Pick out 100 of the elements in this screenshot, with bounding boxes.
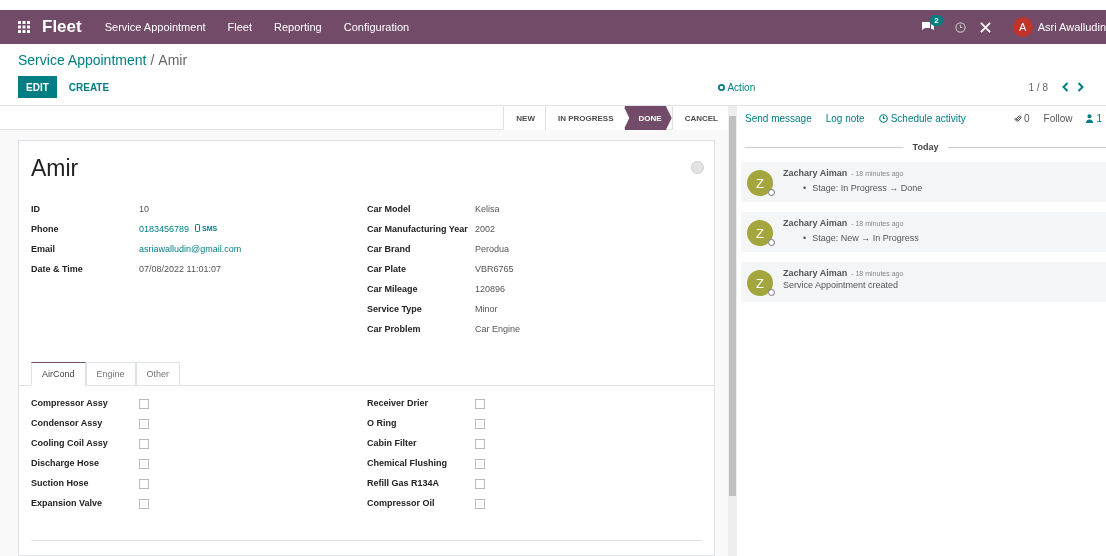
field-value: Minor — [475, 304, 499, 316]
field-value: 2002 — [475, 224, 497, 236]
author-avatar: Z — [747, 220, 773, 246]
checkbox[interactable] — [475, 459, 485, 469]
create-button[interactable]: CREATE — [60, 76, 118, 98]
notebook-tab[interactable]: Other — [135, 362, 181, 386]
app-name[interactable]: Fleet — [42, 17, 82, 37]
apps-menu-icon[interactable] — [18, 21, 30, 33]
message-count-badge: 2 — [930, 15, 943, 26]
checkbox[interactable] — [139, 439, 149, 449]
record-title: Amir — [31, 155, 79, 182]
stage-button[interactable]: IN PROGRESS — [544, 106, 624, 130]
checkbox-label: Refill Gas R134A — [367, 478, 441, 490]
checkbox-label: Cabin Filter — [367, 438, 418, 450]
checkbox[interactable] — [139, 459, 149, 469]
stage-button[interactable]: CANCEL — [671, 106, 728, 130]
schedule-activity-link[interactable]: Schedule activity — [878, 112, 966, 124]
send-message-link[interactable]: Send message — [745, 112, 812, 124]
field-value: VBR6765 — [475, 264, 515, 276]
user-avatar[interactable]: A — [1012, 17, 1033, 37]
checkbox-label: Suction Hose — [31, 478, 90, 490]
phone-icon — [195, 224, 201, 232]
checkbox[interactable] — [475, 419, 485, 429]
menu-item[interactable]: Reporting — [263, 21, 333, 33]
field-label: Car Model — [367, 204, 412, 216]
presence-icon — [768, 289, 775, 296]
edit-button[interactable]: EDIT — [18, 76, 57, 98]
checkbox-label: Receiver Drier — [367, 398, 430, 410]
field-value: 120896 — [475, 284, 507, 296]
breadcrumb-separator: / — [150, 52, 155, 68]
field-label: Phone — [31, 224, 60, 236]
author-avatar: Z — [747, 270, 773, 296]
person-icon — [1086, 113, 1094, 123]
notebook-tab[interactable]: AirCond — [31, 362, 86, 386]
action-button[interactable]: Action — [388, 80, 762, 94]
field-value: Kelisa — [475, 204, 501, 216]
field-label: ID — [31, 204, 41, 216]
email-link[interactable]: asriawalludin@gmail.com — [139, 244, 242, 254]
message-body: Service Appointment created — [783, 280, 900, 290]
breadcrumb-current: Amir — [158, 52, 188, 68]
tracking-value: Stage: New → In Progress — [812, 232, 919, 244]
chevron-left-icon — [1062, 81, 1069, 92]
menu-item[interactable]: Service Appointment — [93, 21, 217, 33]
user-name[interactable]: Asri Awalludin — [1037, 21, 1106, 33]
presence-icon — [768, 189, 775, 196]
menu-item[interactable]: Fleet — [216, 21, 264, 33]
checkbox[interactable] — [475, 439, 485, 449]
date-separator: Today — [912, 142, 939, 152]
checkbox-label: Condensor Assy — [31, 418, 104, 430]
chevron-right-icon — [1077, 81, 1084, 92]
followers-button[interactable]: 1 — [1086, 112, 1102, 124]
author-name: Zachary Aiman — [783, 218, 848, 228]
checkbox-label: Chemical Flushing — [367, 458, 448, 470]
field-label: Date & Time — [31, 264, 84, 276]
author-name: Zachary Aiman — [783, 268, 848, 278]
field-label: Car Mileage — [367, 284, 419, 296]
follow-button[interactable]: Follow — [1043, 112, 1073, 124]
phone-link[interactable]: 0183456789 — [139, 224, 190, 234]
field-label: Car Problem — [367, 324, 422, 336]
field-label: Service Type — [367, 304, 423, 316]
checkbox[interactable] — [139, 399, 149, 409]
checkbox-label: Compressor Assy — [31, 398, 109, 410]
checkbox[interactable] — [475, 399, 485, 409]
checkbox-label: O Ring — [367, 418, 398, 430]
notebook-tab[interactable]: Engine — [85, 362, 136, 386]
author-name: Zachary Aiman — [783, 168, 848, 178]
clock-icon[interactable] — [954, 21, 966, 33]
pager-counter: 1 / 8 — [1028, 81, 1048, 93]
clock-icon — [878, 113, 888, 123]
presence-icon — [768, 239, 775, 246]
checkbox-label: Expansion Valve — [31, 498, 104, 510]
field-label: Car Brand — [367, 244, 412, 256]
list-bullet: • — [803, 182, 807, 194]
attachments-button[interactable]: 0 — [1013, 112, 1030, 124]
checkbox[interactable] — [475, 479, 485, 489]
checkbox[interactable] — [139, 499, 149, 509]
tracking-value: Stage: In Progress → Done — [812, 182, 923, 194]
status-dot[interactable] — [691, 161, 704, 174]
checkbox[interactable] — [139, 419, 149, 429]
menu-item[interactable]: Configuration — [332, 21, 421, 33]
chat-icon[interactable] — [920, 21, 935, 33]
log-note-link[interactable]: Log note — [825, 112, 865, 124]
stage-button[interactable]: NEW — [503, 106, 545, 130]
list-bullet: • — [803, 232, 807, 244]
author-avatar: Z — [747, 170, 773, 196]
checkbox-label: Discharge Hose — [31, 458, 101, 470]
field-value: Car Engine — [475, 324, 522, 336]
checkbox-label: Compressor Oil — [367, 498, 436, 510]
field-label: Car Manufacturing Year — [367, 224, 469, 236]
checkbox[interactable] — [475, 499, 485, 509]
field-value: Perodua — [475, 244, 511, 256]
checkbox[interactable] — [139, 479, 149, 489]
stage-button[interactable]: DONE — [623, 106, 672, 130]
field-label: Car Plate — [367, 264, 408, 276]
scrollbar-thumb[interactable] — [729, 116, 736, 496]
breadcrumb-link[interactable]: Service Appointment — [18, 52, 147, 68]
checkbox-label: Cooling Coil Assy — [31, 438, 109, 450]
field-label: Email — [31, 244, 56, 256]
field-value: 07/08/2022 11:01:07 — [139, 264, 222, 276]
field-value: 10 — [139, 204, 150, 216]
